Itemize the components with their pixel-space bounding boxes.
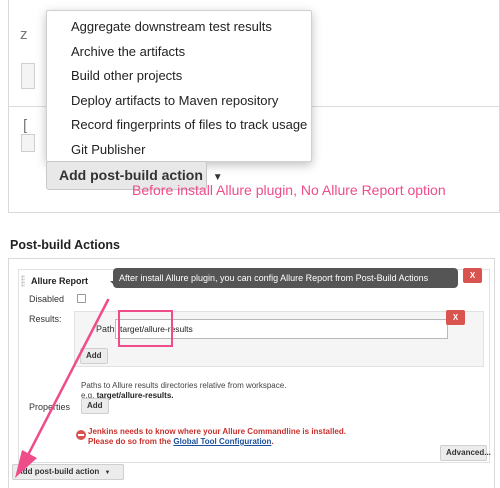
- warning-suffix: .: [271, 437, 274, 446]
- add-path-button[interactable]: Add: [80, 348, 108, 364]
- warning-prefix: Please do so from the: [88, 437, 172, 446]
- post-build-action-menu: Aggregate downstream test results Archiv…: [46, 10, 312, 162]
- before-annotation: Before install Allure plugin, No Allure …: [132, 182, 446, 198]
- delete-path-button[interactable]: X: [446, 310, 465, 325]
- menu-item-git-publisher[interactable]: Git Publisher: [47, 138, 311, 163]
- disabled-label: Disabled: [29, 294, 65, 304]
- global-tool-configuration-link[interactable]: Global Tool Configuration: [173, 437, 271, 446]
- background-fragment: [: [23, 117, 28, 134]
- results-label: Results:: [29, 314, 62, 324]
- post-build-actions-panel: Allure Report X Disabled Results: Path X…: [8, 258, 495, 488]
- add-post-build-action-button-bottom[interactable]: Add post-build action ▼: [12, 464, 124, 480]
- results-hint: Paths to Allure results directories rela…: [81, 381, 287, 390]
- path-highlight-box: [118, 310, 173, 347]
- background-fragment: z: [20, 26, 28, 43]
- drag-handle-icon[interactable]: [21, 275, 25, 287]
- add-post-build-action-label: Add post-build action: [59, 167, 203, 183]
- disabled-checkbox[interactable]: [77, 294, 86, 303]
- warning-message: Jenkins needs to know where your Allure …: [88, 427, 346, 436]
- path-label: Path: [96, 324, 115, 334]
- menu-item-build-other-projects[interactable]: Build other projects: [47, 64, 311, 89]
- error-circle-icon: [76, 430, 86, 440]
- menu-item-archive-artifacts[interactable]: Archive the artifacts: [47, 40, 311, 65]
- properties-label: Properties: [29, 402, 71, 412]
- allure-tooltip: After install Allure plugin, you can con…: [113, 268, 458, 288]
- add-property-button[interactable]: Add: [81, 398, 109, 414]
- block-title: Allure Report: [31, 276, 89, 286]
- allure-report-block: Allure Report X Disabled Results: Path X…: [18, 268, 491, 463]
- warning-instruction: Please do so from the Global Tool Config…: [88, 437, 274, 446]
- menu-item-deploy-maven[interactable]: Deploy artifacts to Maven repository: [47, 89, 311, 114]
- advanced-button[interactable]: Advanced...: [440, 445, 491, 461]
- menu-item-aggregate-downstream[interactable]: Aggregate downstream test results: [47, 15, 311, 40]
- add-post-build-action-label: Add post-build action: [17, 467, 100, 476]
- section-title: Post-build Actions: [10, 238, 120, 252]
- caret-down-icon: ▼: [104, 470, 111, 476]
- menu-item-record-fingerprints[interactable]: Record fingerprints of files to track us…: [47, 113, 311, 138]
- delete-block-button[interactable]: X: [463, 268, 482, 283]
- background-field-fragment: [21, 63, 35, 89]
- background-field-fragment: [21, 134, 35, 152]
